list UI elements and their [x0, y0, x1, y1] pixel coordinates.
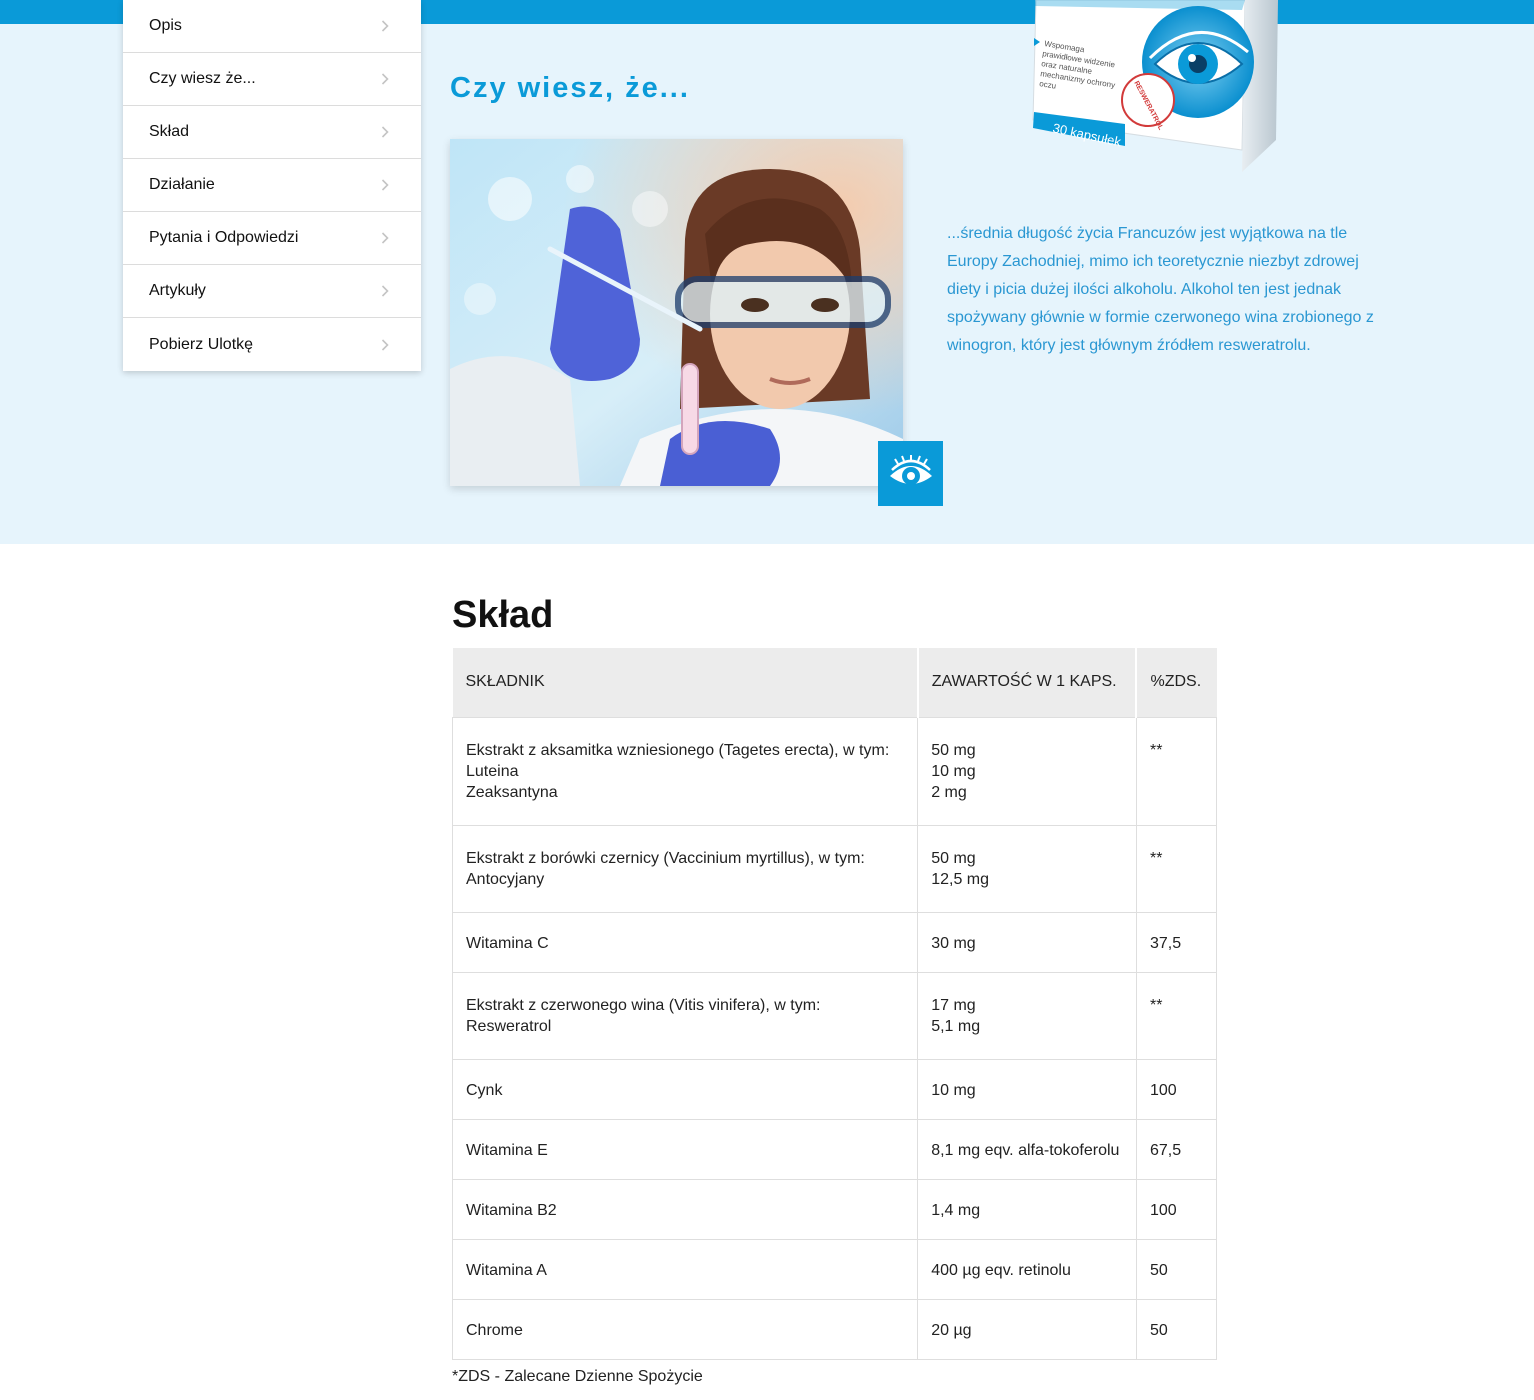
chevron-right-icon	[377, 230, 393, 246]
table-header: %ZDS.	[1136, 648, 1217, 717]
table-cell-zds: 50	[1135, 1238, 1218, 1300]
table-cell-content: 50 mg 10 mg 2 mg	[917, 716, 1137, 826]
table-cell-zds: **	[1135, 716, 1218, 826]
table-row: Ekstrakt z czerwonego wina (Vitis vinife…	[451, 971, 1218, 1060]
menu-item-label: Czy wiesz że...	[149, 70, 256, 87]
chevron-right-icon	[377, 177, 393, 193]
table-row: Witamina A 400 µg eqv. retinolu 50	[451, 1238, 1218, 1300]
table-cell-ingredient: Witamina E	[451, 1118, 919, 1180]
menu-item-dzialanie[interactable]: Działanie	[123, 159, 421, 212]
menu-item-artykuly[interactable]: Artykuły	[123, 265, 421, 318]
chevron-right-icon	[377, 283, 393, 299]
table-cell-content: 30 mg	[917, 911, 1137, 973]
table-header: SKŁADNIK	[452, 648, 919, 717]
table-cell-zds: 37,5	[1135, 911, 1218, 973]
table-row: Witamina E 8,1 mg eqv. alfa-tokoferolu 6…	[451, 1118, 1218, 1180]
table-cell-content: 400 µg eqv. retinolu	[917, 1238, 1137, 1300]
chevron-right-icon	[377, 337, 393, 353]
table-cell-zds: 100	[1135, 1058, 1218, 1120]
menu-item-label: Artykuły	[149, 282, 206, 299]
menu-item-label: Działanie	[149, 176, 215, 193]
table-cell-ingredient: Witamina C	[451, 911, 919, 973]
table-row: Chrome 20 µg 50	[451, 1298, 1218, 1360]
menu-item-sklad[interactable]: Skład	[123, 106, 421, 159]
table-cell-zds: 100	[1135, 1178, 1218, 1240]
table-cell-ingredient: Ekstrakt z aksamitka wzniesionego (Taget…	[451, 716, 919, 826]
table-row: Witamina C 30 mg 37,5	[451, 911, 1218, 973]
table-cell-zds: **	[1135, 824, 1218, 913]
table-cell-ingredient: Witamina A	[451, 1238, 919, 1300]
table-cell-ingredient: Ekstrakt z czerwonego wina (Vitis vinife…	[451, 971, 919, 1060]
menu-item-czy-wiesz[interactable]: Czy wiesz że...	[123, 53, 421, 106]
chevron-right-icon	[377, 18, 393, 34]
table-cell-content: 17 mg 5,1 mg	[917, 971, 1137, 1060]
hero-title: Czy wiesz, że...	[450, 72, 690, 104]
table-cell-ingredient: Cynk	[451, 1058, 919, 1120]
table-cell-zds: 50	[1135, 1298, 1218, 1360]
chevron-right-icon	[377, 124, 393, 140]
menu-item-pobierz-ulotke[interactable]: Pobierz Ulotkę	[123, 318, 421, 371]
table-cell-ingredient: Witamina B2	[451, 1178, 919, 1240]
menu-item-label: Opis	[149, 17, 182, 34]
table-cell-zds: **	[1135, 971, 1218, 1060]
composition-table: SKŁADNIK ZAWARTOŚĆ W 1 KAPS. %ZDS. Ekstr…	[451, 648, 1218, 1360]
table-cell-ingredient: Chrome	[451, 1298, 919, 1360]
table-row: Witamina B2 1,4 mg 100	[451, 1178, 1218, 1240]
side-menu: Opis Czy wiesz że... Skład Działanie Pyt…	[123, 0, 421, 371]
scientist-photo	[450, 139, 903, 486]
hero-fact-text: ...średnia długość życia Francuzów jest …	[947, 225, 1374, 354]
table-header-row: SKŁADNIK ZAWARTOŚĆ W 1 KAPS. %ZDS.	[452, 648, 1217, 717]
menu-item-pytania[interactable]: Pytania i Odpowiedzi	[123, 212, 421, 265]
table-row: Ekstrakt z aksamitka wzniesionego (Taget…	[451, 716, 1218, 826]
composition-title: Skład	[452, 594, 554, 636]
table-row: Ekstrakt z borówki czernicy (Vaccinium m…	[451, 824, 1218, 913]
eye-icon	[878, 441, 943, 506]
table-header: ZAWARTOŚĆ W 1 KAPS.	[917, 648, 1138, 717]
zds-footnote: *ZDS - Zalecane Dzienne Spożycie	[452, 1368, 703, 1385]
table-cell-content: 10 mg	[917, 1058, 1137, 1120]
chevron-right-icon	[377, 71, 393, 87]
table-cell-content: 50 mg 12,5 mg	[917, 824, 1137, 913]
menu-item-label: Pytania i Odpowiedzi	[149, 229, 299, 246]
table-cell-zds: 67,5	[1135, 1118, 1218, 1180]
table-cell-content: 8,1 mg eqv. alfa-tokoferolu	[917, 1118, 1137, 1180]
menu-item-label: Skład	[149, 123, 190, 140]
menu-item-label: Pobierz Ulotkę	[149, 335, 254, 353]
table-cell-content: 1,4 mg	[917, 1178, 1137, 1240]
menu-item-opis[interactable]: Opis	[123, 0, 421, 53]
table-cell-ingredient: Ekstrakt z borówki czernicy (Vaccinium m…	[451, 824, 919, 913]
product-box-image: Wspomaga prawidłowe widzenie oraz natura…	[1030, 0, 1290, 180]
table-row: Cynk 10 mg 100	[451, 1058, 1218, 1120]
table-cell-content: 20 µg	[917, 1298, 1137, 1360]
